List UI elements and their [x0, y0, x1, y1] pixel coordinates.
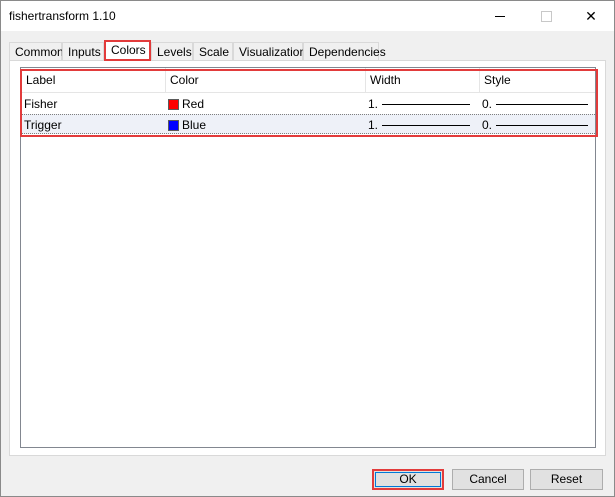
style-line-sample: [496, 104, 588, 105]
style-value: 0.: [482, 97, 493, 111]
close-button[interactable]: ✕: [568, 1, 614, 31]
tab-common[interactable]: Common: [9, 42, 64, 60]
row-color-cell[interactable]: Blue: [165, 115, 365, 135]
tab-inputs[interactable]: Inputs: [62, 42, 104, 60]
style-value: 0.: [482, 118, 493, 132]
reset-button[interactable]: Reset: [530, 469, 603, 490]
table-row[interactable]: Trigger Blue 1. 0.: [21, 114, 595, 134]
width-value: 1.: [368, 118, 379, 132]
style-line-sample: [496, 125, 588, 126]
tab-visualization[interactable]: Visualization: [233, 42, 306, 60]
width-line-sample: [382, 125, 470, 126]
row-style-cell[interactable]: 0.: [479, 94, 595, 114]
row-width-cell[interactable]: 1.: [365, 115, 479, 135]
list-header: Label Color Width Style: [21, 68, 595, 93]
tab-dependencies[interactable]: Dependencies: [303, 42, 386, 60]
maximize-icon: [540, 10, 552, 22]
header-color[interactable]: Color: [165, 68, 365, 92]
row-style-cell[interactable]: 0.: [479, 115, 595, 135]
row-color-cell[interactable]: Red: [165, 94, 365, 114]
colors-list: Label Color Width Style Fisher Red 1. 0.: [20, 67, 596, 448]
tab-levels[interactable]: Levels: [151, 42, 193, 60]
minimize-button[interactable]: [477, 1, 523, 31]
window-title: fishertransform 1.10: [9, 9, 116, 23]
width-line-sample: [382, 104, 470, 105]
header-style[interactable]: Style: [479, 68, 595, 92]
table-row[interactable]: Fisher Red 1. 0.: [21, 94, 595, 114]
minimize-icon: [495, 15, 505, 17]
header-width[interactable]: Width: [365, 68, 479, 92]
tab-scale[interactable]: Scale: [193, 42, 233, 60]
maximize-button: [523, 1, 569, 31]
row-width-cell[interactable]: 1.: [365, 94, 479, 114]
row-label: Fisher: [24, 97, 58, 111]
tab-colors[interactable]: Colors: [104, 40, 151, 61]
cancel-button[interactable]: Cancel: [452, 469, 524, 490]
colors-tab-panel: Label Color Width Style Fisher Red 1. 0.: [9, 60, 606, 456]
title-bar[interactable]: fishertransform 1.10 ✕: [1, 1, 614, 31]
color-swatch: [168, 99, 179, 110]
focus-ring: [375, 472, 441, 487]
color-name: Red: [182, 97, 205, 111]
width-value: 1.: [368, 97, 379, 111]
dialog-window: fishertransform 1.10 ✕ Label Color Width…: [0, 0, 615, 497]
color-name: Blue: [182, 118, 207, 132]
close-icon: ✕: [585, 7, 597, 24]
color-swatch: [168, 120, 179, 131]
header-label[interactable]: Label: [21, 68, 165, 92]
ok-button[interactable]: OK: [372, 469, 444, 490]
row-label: Trigger: [24, 118, 62, 132]
